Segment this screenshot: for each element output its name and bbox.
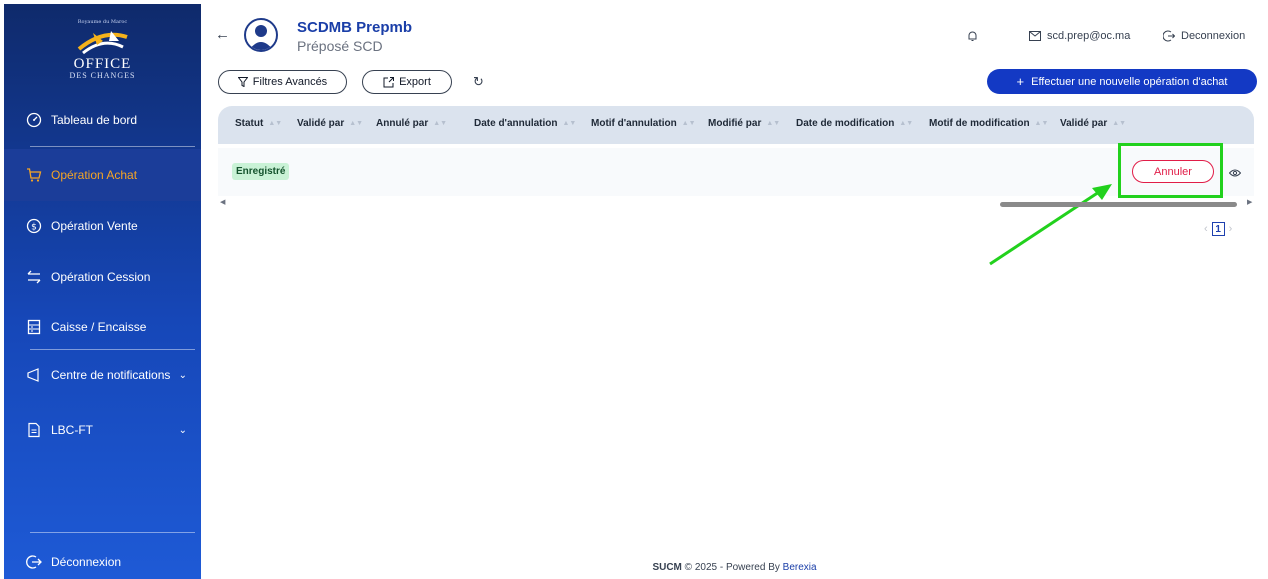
app: Royaume du Maroc OFFICE DES CHANGES Tabl…: [0, 0, 1268, 579]
sidebar-item-operation-cession[interactable]: Opération Cession: [4, 251, 201, 303]
sort-icon: ▲▼: [766, 119, 781, 127]
sort-icon: ▲▼: [1034, 119, 1049, 127]
notifications-bell-icon[interactable]: [967, 30, 984, 42]
sidebar-item-operation-achat[interactable]: Opération Achat: [4, 149, 201, 201]
top-header: ← SCDMB Prepmb Préposé SCD scd.prep@oc.m…: [201, 4, 1268, 64]
export-icon: [383, 76, 395, 87]
sidebar-item-label: Tableau de bord: [51, 113, 138, 127]
user-role: Préposé SCD: [297, 38, 383, 54]
table-header: Statut ▲▼ Validé par ▲▼ Annulé par ▲▼ Date …: [218, 106, 1254, 144]
sidebar-item-label: Opération Achat: [51, 168, 138, 182]
sort-icon: ▲▼: [268, 119, 283, 127]
filter-icon: [237, 77, 248, 87]
column-header-date-modification[interactable]: Date de modification ▲▼: [796, 118, 913, 129]
logo-kingdom-text: Royaume du Maroc: [77, 18, 128, 25]
user-email: scd.prep@oc.ma: [1047, 30, 1131, 42]
plus-icon: +: [1016, 74, 1025, 89]
cart-icon: [26, 167, 42, 183]
sidebar-item-tableau-de-bord[interactable]: Tableau de bord: [4, 94, 201, 146]
sidebar-divider: [30, 532, 195, 533]
megaphone-icon: [26, 367, 42, 383]
pagination: ‹ 1 ›: [1204, 222, 1232, 236]
column-header-annule-par[interactable]: Annulé par ▲▼: [376, 118, 447, 129]
avatar[interactable]: [244, 18, 278, 52]
header-logout-label: Deconnexion: [1181, 30, 1246, 42]
office-des-changes-logo[interactable]: Royaume du Maroc OFFICE DES CHANGES: [4, 4, 201, 94]
sort-icon: ▲▼: [562, 119, 577, 127]
chevron-down-icon: ⌄: [178, 369, 187, 381]
header-logout-button[interactable]: Deconnexion: [1163, 30, 1245, 42]
scroll-right-arrow-icon[interactable]: ▶: [1247, 198, 1252, 206]
sidebar-logout-label: Déconnexion: [51, 555, 122, 569]
logo-changes-text: DES CHANGES: [69, 70, 136, 80]
sidebar-item-label: Opération Cession: [51, 270, 151, 284]
horizontal-scrollbar[interactable]: ◀ ▶: [218, 198, 1254, 208]
sidebar-item-lbc-ft[interactable]: LBC-FT ⌄: [4, 404, 201, 456]
advanced-filters-button[interactable]: Filtres Avancés: [218, 70, 347, 94]
cash-register-icon: [26, 319, 42, 335]
export-button[interactable]: Export: [362, 70, 452, 94]
eye-icon[interactable]: [1228, 165, 1242, 183]
footer: SUCM © 2025 - Powered By Berexia: [201, 562, 1268, 573]
mail-icon: [1029, 31, 1041, 41]
sidebar-item-label: Centre de notifications: [51, 368, 171, 382]
logout-icon: [26, 554, 42, 570]
next-page-icon[interactable]: ›: [1229, 223, 1233, 235]
sort-icon: ▲▼: [1112, 119, 1127, 127]
new-operation-label: Effectuer une nouvelle opération d'achat: [1031, 75, 1228, 88]
sort-icon: ▲▼: [899, 119, 914, 127]
sidebar-item-label: Caisse / Encaisse: [51, 320, 147, 334]
sort-icon: ▲▼: [433, 119, 448, 127]
chevron-down-icon: ⌄: [178, 424, 187, 436]
column-header-modifie-par[interactable]: Modifié par ▲▼: [708, 118, 780, 129]
prev-page-icon[interactable]: ‹: [1204, 223, 1208, 235]
column-header-statut[interactable]: Statut ▲▼: [235, 118, 282, 129]
filters-label: Filtres Avancés: [252, 76, 328, 88]
document-icon: [26, 422, 42, 438]
logout-icon: [1163, 30, 1175, 42]
column-header-valide-par[interactable]: Validé par ▲▼: [297, 118, 363, 129]
refresh-icon[interactable]: ↻: [473, 74, 484, 90]
new-purchase-operation-button[interactable]: + Effectuer une nouvelle opération d'ach…: [987, 69, 1257, 94]
sidebar-logout-button[interactable]: Déconnexion: [4, 536, 201, 579]
svg-text:$: $: [31, 223, 37, 233]
user-name: SCDMB Prepmb: [297, 19, 413, 36]
gauge-icon: [26, 112, 42, 128]
sidebar-item-caisse-encaisse[interactable]: Caisse / Encaisse: [4, 301, 201, 353]
column-header-date-annulation[interactable]: Date d'annulation ▲▼: [474, 118, 576, 129]
sidebar-item-centre-de-notifications[interactable]: Centre de notifications ⌄: [4, 349, 201, 401]
status-badge: Enregistré: [232, 163, 290, 180]
column-header-valide-par-2[interactable]: Validé par ▲▼: [1060, 118, 1126, 129]
sidebar-divider: [30, 146, 195, 147]
scroll-left-arrow-icon[interactable]: ◀: [220, 198, 225, 206]
highlight-box: [1118, 143, 1223, 198]
footer-company-link[interactable]: Berexia: [783, 562, 817, 573]
column-header-motif-annulation[interactable]: Motif d'annulation ▲▼: [591, 118, 696, 129]
sidebar-item-operation-vente[interactable]: $ Opération Vente: [4, 200, 201, 252]
logo-arrows-icon: [77, 30, 128, 54]
footer-text: © 2025 - Powered By: [684, 562, 780, 573]
sidebar: Royaume du Maroc OFFICE DES CHANGES Tabl…: [4, 4, 201, 579]
column-header-motif-modification[interactable]: Motif de modification ▲▼: [929, 118, 1048, 129]
sidebar-item-label: LBC-FT: [51, 423, 93, 437]
user-email-link[interactable]: scd.prep@oc.ma: [1029, 30, 1130, 42]
page-number[interactable]: 1: [1211, 222, 1225, 236]
swap-icon: [26, 269, 42, 285]
scrollbar-thumb[interactable]: [1000, 202, 1237, 207]
sidebar-item-label: Opération Vente: [51, 219, 138, 233]
sort-icon: ▲▼: [349, 119, 364, 127]
footer-brand: SUCM: [652, 562, 682, 573]
dollar-icon: $: [26, 218, 42, 234]
logo-office-text: OFFICE: [73, 55, 132, 72]
export-label: Export: [399, 76, 431, 88]
back-arrow-icon[interactable]: ←: [215, 26, 230, 43]
sort-icon: ▲▼: [681, 119, 696, 127]
annotation-arrow-icon: [989, 184, 1112, 266]
